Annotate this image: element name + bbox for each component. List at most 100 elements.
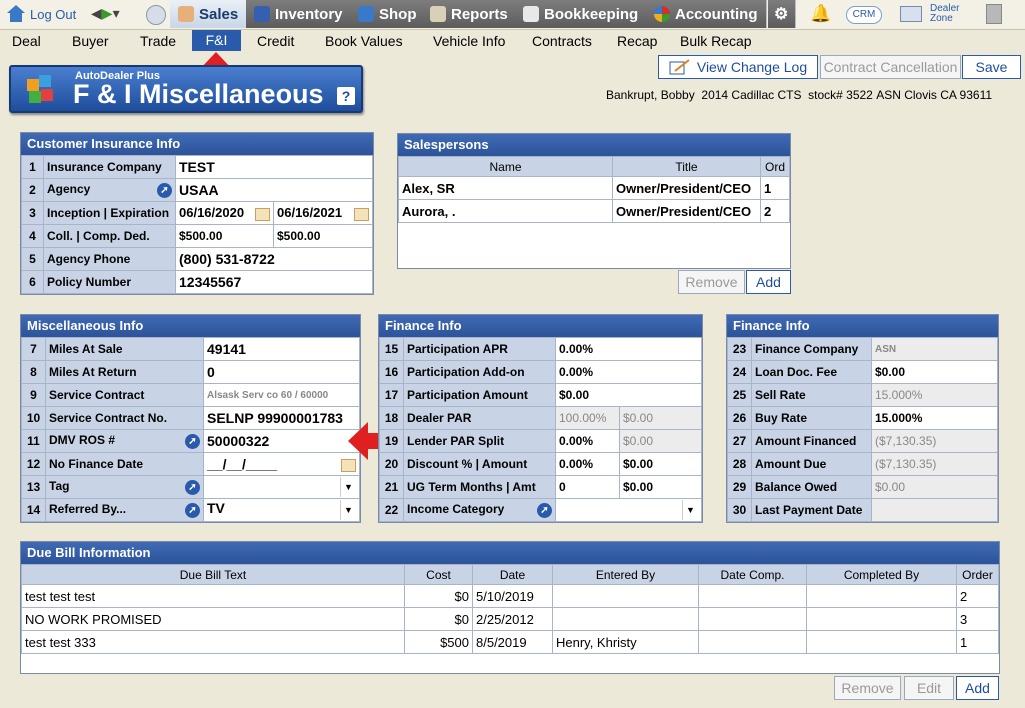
table-row: 2 Agency ➚ USAA bbox=[21, 178, 373, 202]
participation-apr-field[interactable]: 0.00% bbox=[555, 337, 702, 361]
tab-sales[interactable]: Sales bbox=[170, 0, 248, 28]
lender-par-split-field[interactable]: 0.00% bbox=[555, 429, 620, 453]
table-row[interactable]: NO WORK PROMISED $0 2/25/2012 3 bbox=[21, 607, 999, 631]
participation-amount-field[interactable]: $0.00 bbox=[555, 383, 702, 407]
due-bill-edit-button[interactable]: Edit bbox=[904, 676, 954, 700]
menu-bulk-recap[interactable]: Bulk Recap bbox=[680, 33, 752, 49]
contract-cancellation-button[interactable]: Contract Cancellation bbox=[820, 55, 961, 79]
due-bill-table: Due Bill Text Cost Date Entered By Date Comp… bbox=[21, 564, 999, 654]
ug-term-months-field[interactable]: 0 bbox=[555, 475, 620, 499]
dealer-par-percent: 100.00% bbox=[555, 406, 620, 430]
table-row: 25 Sell Rate 15.000% bbox=[727, 383, 998, 407]
dmv-ros-field[interactable]: 50000322 bbox=[203, 429, 360, 453]
dealer-location: ASN Clovis CA 93611 bbox=[876, 88, 993, 102]
service-contract-number-field[interactable]: SELNP 99900001783 bbox=[203, 406, 360, 430]
ug-amount-field[interactable]: $0.00 bbox=[619, 475, 702, 499]
menu-deal[interactable]: Deal bbox=[12, 33, 41, 49]
table-row[interactable]: Aurora, . Owner/President/CEO 2 bbox=[398, 199, 790, 223]
table-row: 22 Income Category ➚ ▼ bbox=[379, 498, 702, 522]
tab-accounting[interactable]: Accounting bbox=[646, 0, 767, 28]
user-face-icon[interactable] bbox=[146, 5, 166, 25]
amount-due-field: ($7,130.35) bbox=[871, 452, 998, 476]
participation-addon-field[interactable]: 0.00% bbox=[555, 360, 702, 384]
sub-menu: Deal Buyer Trade Credit Book Values Vehi… bbox=[0, 30, 1025, 52]
chevron-down-icon[interactable]: ▼ bbox=[340, 477, 356, 497]
forward-arrow-icon[interactable]: ▶ bbox=[102, 5, 113, 21]
menu-recap[interactable]: Recap bbox=[617, 33, 657, 49]
menu-book-values[interactable]: Book Values bbox=[325, 33, 403, 49]
dealer-zone-icon[interactable] bbox=[900, 6, 922, 22]
menu-trade[interactable]: Trade bbox=[140, 33, 176, 49]
income-category-select[interactable]: ▼ bbox=[555, 498, 702, 522]
tab-inventory[interactable]: Inventory bbox=[246, 0, 352, 28]
insurance-company-field[interactable]: TEST bbox=[175, 155, 373, 179]
view-change-log-button[interactable]: View Change Log bbox=[658, 55, 818, 79]
comprehensive-deductible-field[interactable]: $500.00 bbox=[273, 224, 373, 248]
miles-at-return-field[interactable]: 0 bbox=[203, 360, 360, 384]
menu-vehicle-info[interactable]: Vehicle Info bbox=[433, 33, 505, 49]
notifications-bell-icon[interactable]: 🔔 bbox=[810, 4, 831, 24]
menu-credit[interactable]: Credit bbox=[257, 33, 294, 49]
back-arrow-icon[interactable]: ◀ bbox=[91, 5, 102, 21]
agency-lookup-icon[interactable]: ➚ bbox=[157, 183, 172, 198]
dmv-ros-link-icon[interactable]: ➚ bbox=[185, 434, 200, 449]
policy-number-field[interactable]: 12345567 bbox=[175, 270, 373, 294]
tag-link-icon[interactable]: ➚ bbox=[185, 480, 200, 495]
help-icon[interactable]: ? bbox=[337, 87, 355, 105]
save-button[interactable]: Save bbox=[962, 55, 1021, 79]
lender-par-amount: $0.00 bbox=[619, 429, 702, 453]
salesperson-add-button[interactable]: Add bbox=[746, 270, 791, 294]
menu-contracts[interactable]: Contracts bbox=[532, 33, 592, 49]
loan-doc-fee-field[interactable]: $0.00 bbox=[871, 360, 998, 384]
income-category-link-icon[interactable]: ➚ bbox=[537, 503, 552, 518]
page-logo: AutoDealer Plus F & I Miscellaneous ? bbox=[9, 65, 363, 113]
expiration-date-field[interactable]: 06/16/2021 bbox=[273, 201, 373, 225]
book-icon bbox=[523, 6, 539, 22]
tab-shop[interactable]: Shop bbox=[350, 0, 426, 28]
no-finance-date-field[interactable]: __/__/____ bbox=[203, 452, 360, 476]
autodealer-logo-icon bbox=[27, 75, 53, 103]
table-row[interactable]: test test test $0 5/10/2019 2 bbox=[21, 584, 999, 608]
tab-bookkeeping[interactable]: Bookkeeping bbox=[515, 0, 648, 28]
menu-fi-active[interactable]: F&I bbox=[192, 30, 241, 51]
table-row[interactable]: Alex, SR Owner/President/CEO 1 bbox=[398, 176, 790, 200]
due-bill-remove-button[interactable]: Remove bbox=[834, 676, 901, 700]
balance-owed-field: $0.00 bbox=[871, 475, 998, 499]
table-row: 1 Insurance Company TEST bbox=[21, 155, 373, 179]
miles-at-sale-field[interactable]: 49141 bbox=[203, 337, 360, 361]
discount-amount-field[interactable]: $0.00 bbox=[619, 452, 702, 476]
history-arrows[interactable]: ◀▶▾ bbox=[91, 5, 120, 22]
tab-reports[interactable]: Reports bbox=[422, 0, 517, 28]
chevron-down-icon[interactable]: ▼ bbox=[340, 500, 356, 520]
settings-button[interactable]: ⚙ bbox=[768, 0, 796, 28]
inception-date-field[interactable]: 06/16/2020 bbox=[175, 201, 274, 225]
crm-button[interactable]: CRM bbox=[846, 6, 882, 24]
salesperson-remove-button[interactable]: Remove bbox=[678, 270, 745, 294]
calendar-icon[interactable] bbox=[354, 208, 369, 221]
referred-by-link-icon[interactable]: ➚ bbox=[185, 503, 200, 518]
dealer-zone-link[interactable]: Dealer Zone bbox=[930, 4, 959, 24]
chevron-down-icon[interactable]: ▼ bbox=[682, 500, 698, 520]
calendar-icon[interactable] bbox=[255, 208, 270, 221]
table-row: 29 Balance Owed $0.00 bbox=[727, 475, 998, 499]
agency-phone-field[interactable]: (800) 531-8722 bbox=[175, 247, 373, 271]
logout-link[interactable]: Log Out bbox=[6, 5, 76, 23]
history-dropdown-icon[interactable]: ▾ bbox=[113, 5, 120, 21]
table-row[interactable]: test test 333 $500 8/5/2019 Henry, Khristy 1 bbox=[21, 630, 999, 654]
collision-deductible-field[interactable]: $500.00 bbox=[175, 224, 274, 248]
referred-by-select[interactable]: TV ▼ bbox=[203, 498, 360, 522]
car-icon bbox=[254, 6, 270, 22]
table-row: 13 Tag ➚ ▼ bbox=[21, 475, 360, 499]
tag-select[interactable]: ▼ bbox=[203, 475, 360, 499]
panel-title: Salespersons bbox=[398, 134, 790, 156]
miscellaneous-info-panel: Miscellaneous Info 7 Miles At Sale 49141 8… bbox=[20, 314, 361, 523]
table-row: 15 Participation APR 0.00% bbox=[379, 337, 702, 361]
panel-title: Due Bill Information bbox=[21, 542, 999, 564]
discount-percent-field[interactable]: 0.00% bbox=[555, 452, 620, 476]
due-bill-add-button[interactable]: Add bbox=[956, 676, 999, 700]
menu-buyer[interactable]: Buyer bbox=[72, 33, 109, 49]
buy-rate-field[interactable]: 15.000% bbox=[871, 406, 998, 430]
calculator-icon[interactable] bbox=[986, 4, 1002, 24]
agency-field[interactable]: USAA bbox=[175, 178, 373, 202]
pencil-note-icon bbox=[669, 59, 690, 75]
